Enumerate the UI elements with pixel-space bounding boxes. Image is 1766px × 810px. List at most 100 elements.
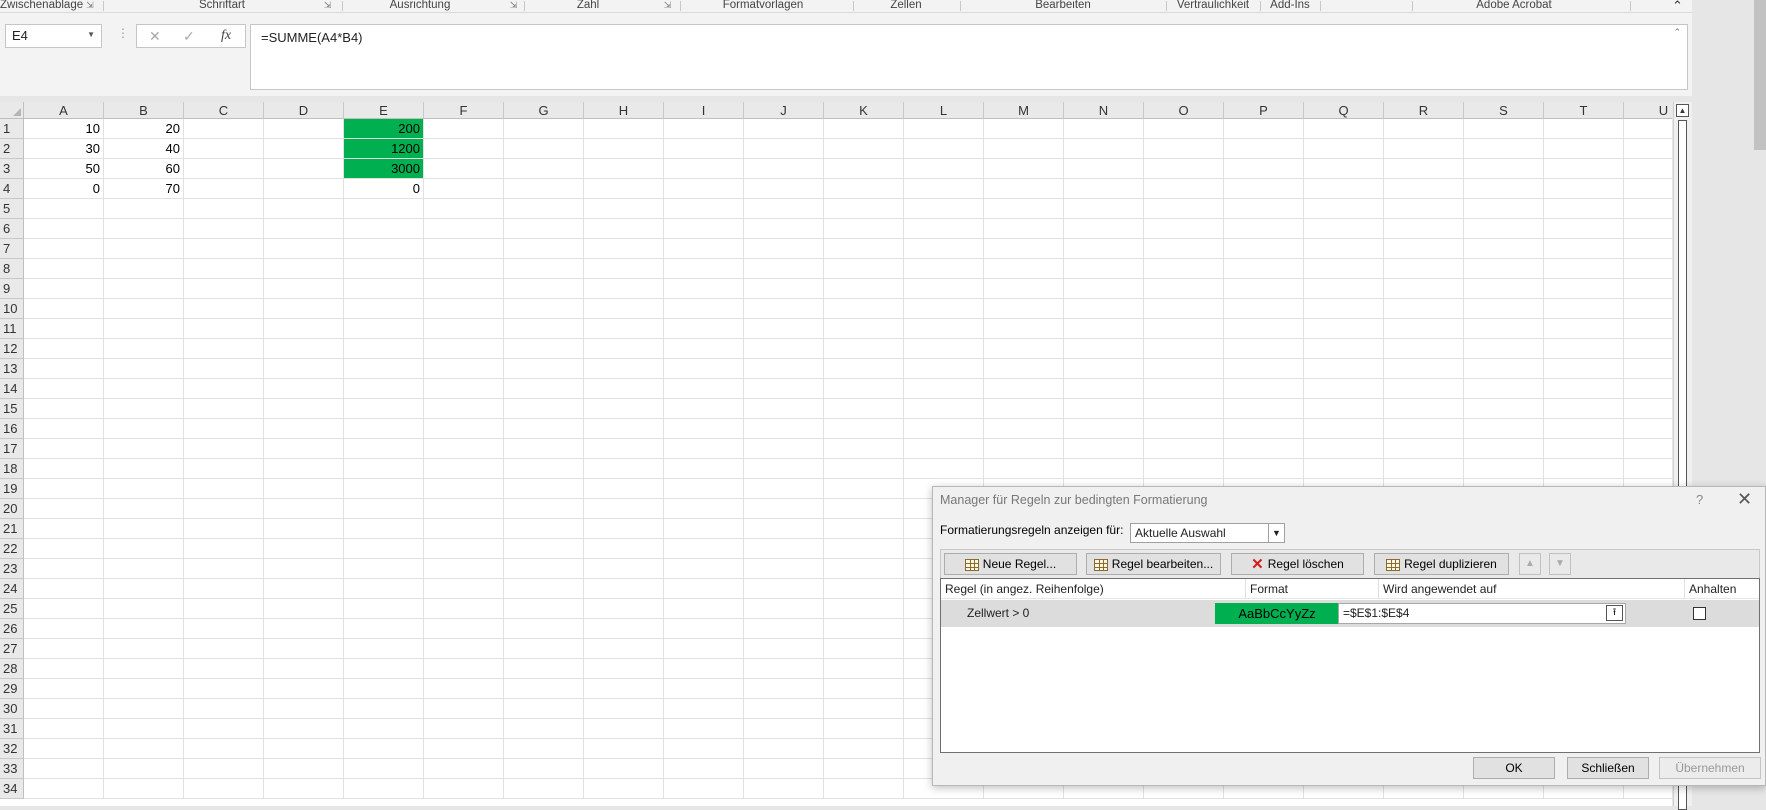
cell-e15[interactable]	[344, 399, 424, 419]
cell-m5[interactable]	[984, 199, 1064, 219]
cell-s10[interactable]	[1464, 299, 1544, 319]
cell-r11[interactable]	[1384, 319, 1464, 339]
cell-l5[interactable]	[904, 199, 984, 219]
cell-c34[interactable]	[184, 779, 264, 799]
cell-s12[interactable]	[1464, 339, 1544, 359]
cell-d27[interactable]	[264, 639, 344, 659]
cell-r8[interactable]	[1384, 259, 1464, 279]
cell-e21[interactable]	[344, 519, 424, 539]
cell-h17[interactable]	[584, 439, 664, 459]
cell-h34[interactable]	[584, 779, 664, 799]
cell-r2[interactable]	[1384, 139, 1464, 159]
cell-p14[interactable]	[1224, 379, 1304, 399]
cell-d13[interactable]	[264, 359, 344, 379]
cell-c13[interactable]	[184, 359, 264, 379]
cell-f10[interactable]	[424, 299, 504, 319]
cell-a15[interactable]	[24, 399, 104, 419]
cell-f32[interactable]	[424, 739, 504, 759]
cell-o7[interactable]	[1144, 239, 1224, 259]
delete-rule-button[interactable]: ✕ Regel löschen	[1231, 553, 1364, 575]
cell-m14[interactable]	[984, 379, 1064, 399]
cell-p8[interactable]	[1224, 259, 1304, 279]
cell-h13[interactable]	[584, 359, 664, 379]
cell-n11[interactable]	[1064, 319, 1144, 339]
cell-h14[interactable]	[584, 379, 664, 399]
cell-q1[interactable]	[1304, 119, 1384, 139]
cell-j23[interactable]	[744, 559, 824, 579]
dialog-launcher-icon[interactable]: ⇲	[502, 0, 522, 12]
cell-b17[interactable]	[104, 439, 184, 459]
help-icon[interactable]: ?	[1696, 492, 1703, 507]
cell-f24[interactable]	[424, 579, 504, 599]
cell-j32[interactable]	[744, 739, 824, 759]
cell-j5[interactable]	[744, 199, 824, 219]
row-header-7[interactable]: 7	[0, 239, 24, 259]
cell-d31[interactable]	[264, 719, 344, 739]
cell-l18[interactable]	[904, 459, 984, 479]
row-header-5[interactable]: 5	[0, 199, 24, 219]
cell-e6[interactable]	[344, 219, 424, 239]
cell-b20[interactable]	[104, 499, 184, 519]
cell-a20[interactable]	[24, 499, 104, 519]
cell-q9[interactable]	[1304, 279, 1384, 299]
cell-k28[interactable]	[824, 659, 904, 679]
cell-b1[interactable]: 20	[104, 119, 184, 139]
cell-a26[interactable]	[24, 619, 104, 639]
cell-d4[interactable]	[264, 179, 344, 199]
row-header-31[interactable]: 31	[0, 719, 24, 739]
cell-m15[interactable]	[984, 399, 1064, 419]
cell-f22[interactable]	[424, 539, 504, 559]
cell-o1[interactable]	[1144, 119, 1224, 139]
cell-e10[interactable]	[344, 299, 424, 319]
cell-b7[interactable]	[104, 239, 184, 259]
cell-l9[interactable]	[904, 279, 984, 299]
cell-b16[interactable]	[104, 419, 184, 439]
cell-h30[interactable]	[584, 699, 664, 719]
cell-o3[interactable]	[1144, 159, 1224, 179]
cell-e12[interactable]	[344, 339, 424, 359]
cell-l17[interactable]	[904, 439, 984, 459]
cell-s6[interactable]	[1464, 219, 1544, 239]
cell-f5[interactable]	[424, 199, 504, 219]
cell-f11[interactable]	[424, 319, 504, 339]
cell-n10[interactable]	[1064, 299, 1144, 319]
cell-l7[interactable]	[904, 239, 984, 259]
cell-e5[interactable]	[344, 199, 424, 219]
cell-i22[interactable]	[664, 539, 744, 559]
row-header-25[interactable]: 25	[0, 599, 24, 619]
cell-s16[interactable]	[1464, 419, 1544, 439]
row-header-19[interactable]: 19	[0, 479, 24, 499]
cell-i13[interactable]	[664, 359, 744, 379]
cell-p10[interactable]	[1224, 299, 1304, 319]
cell-d33[interactable]	[264, 759, 344, 779]
table-row[interactable]: Zellwert > 0 AaBbCcYyZz =$E$1:$E$4 ⭱	[941, 600, 1759, 627]
cell-j24[interactable]	[744, 579, 824, 599]
cell-g24[interactable]	[504, 579, 584, 599]
cell-g15[interactable]	[504, 399, 584, 419]
cell-k16[interactable]	[824, 419, 904, 439]
cell-r3[interactable]	[1384, 159, 1464, 179]
cell-u14[interactable]	[1624, 379, 1672, 399]
cell-m10[interactable]	[984, 299, 1064, 319]
cell-p15[interactable]	[1224, 399, 1304, 419]
cell-b6[interactable]	[104, 219, 184, 239]
cell-d1[interactable]	[264, 119, 344, 139]
applies-to-input[interactable]: =$E$1:$E$4 ⭱	[1338, 603, 1626, 624]
column-header-g[interactable]: G	[504, 102, 584, 119]
cell-i3[interactable]	[664, 159, 744, 179]
cell-o12[interactable]	[1144, 339, 1224, 359]
cancel-icon[interactable]: ✕	[149, 28, 161, 45]
cell-h19[interactable]	[584, 479, 664, 499]
cell-j28[interactable]	[744, 659, 824, 679]
row-header-29[interactable]: 29	[0, 679, 24, 699]
cell-j22[interactable]	[744, 539, 824, 559]
cell-i14[interactable]	[664, 379, 744, 399]
cell-k7[interactable]	[824, 239, 904, 259]
cell-a25[interactable]	[24, 599, 104, 619]
cell-s17[interactable]	[1464, 439, 1544, 459]
cell-i25[interactable]	[664, 599, 744, 619]
cell-i34[interactable]	[664, 779, 744, 799]
collapse-dialog-icon[interactable]: ⭱	[1606, 605, 1623, 621]
cell-d6[interactable]	[264, 219, 344, 239]
cell-b27[interactable]	[104, 639, 184, 659]
